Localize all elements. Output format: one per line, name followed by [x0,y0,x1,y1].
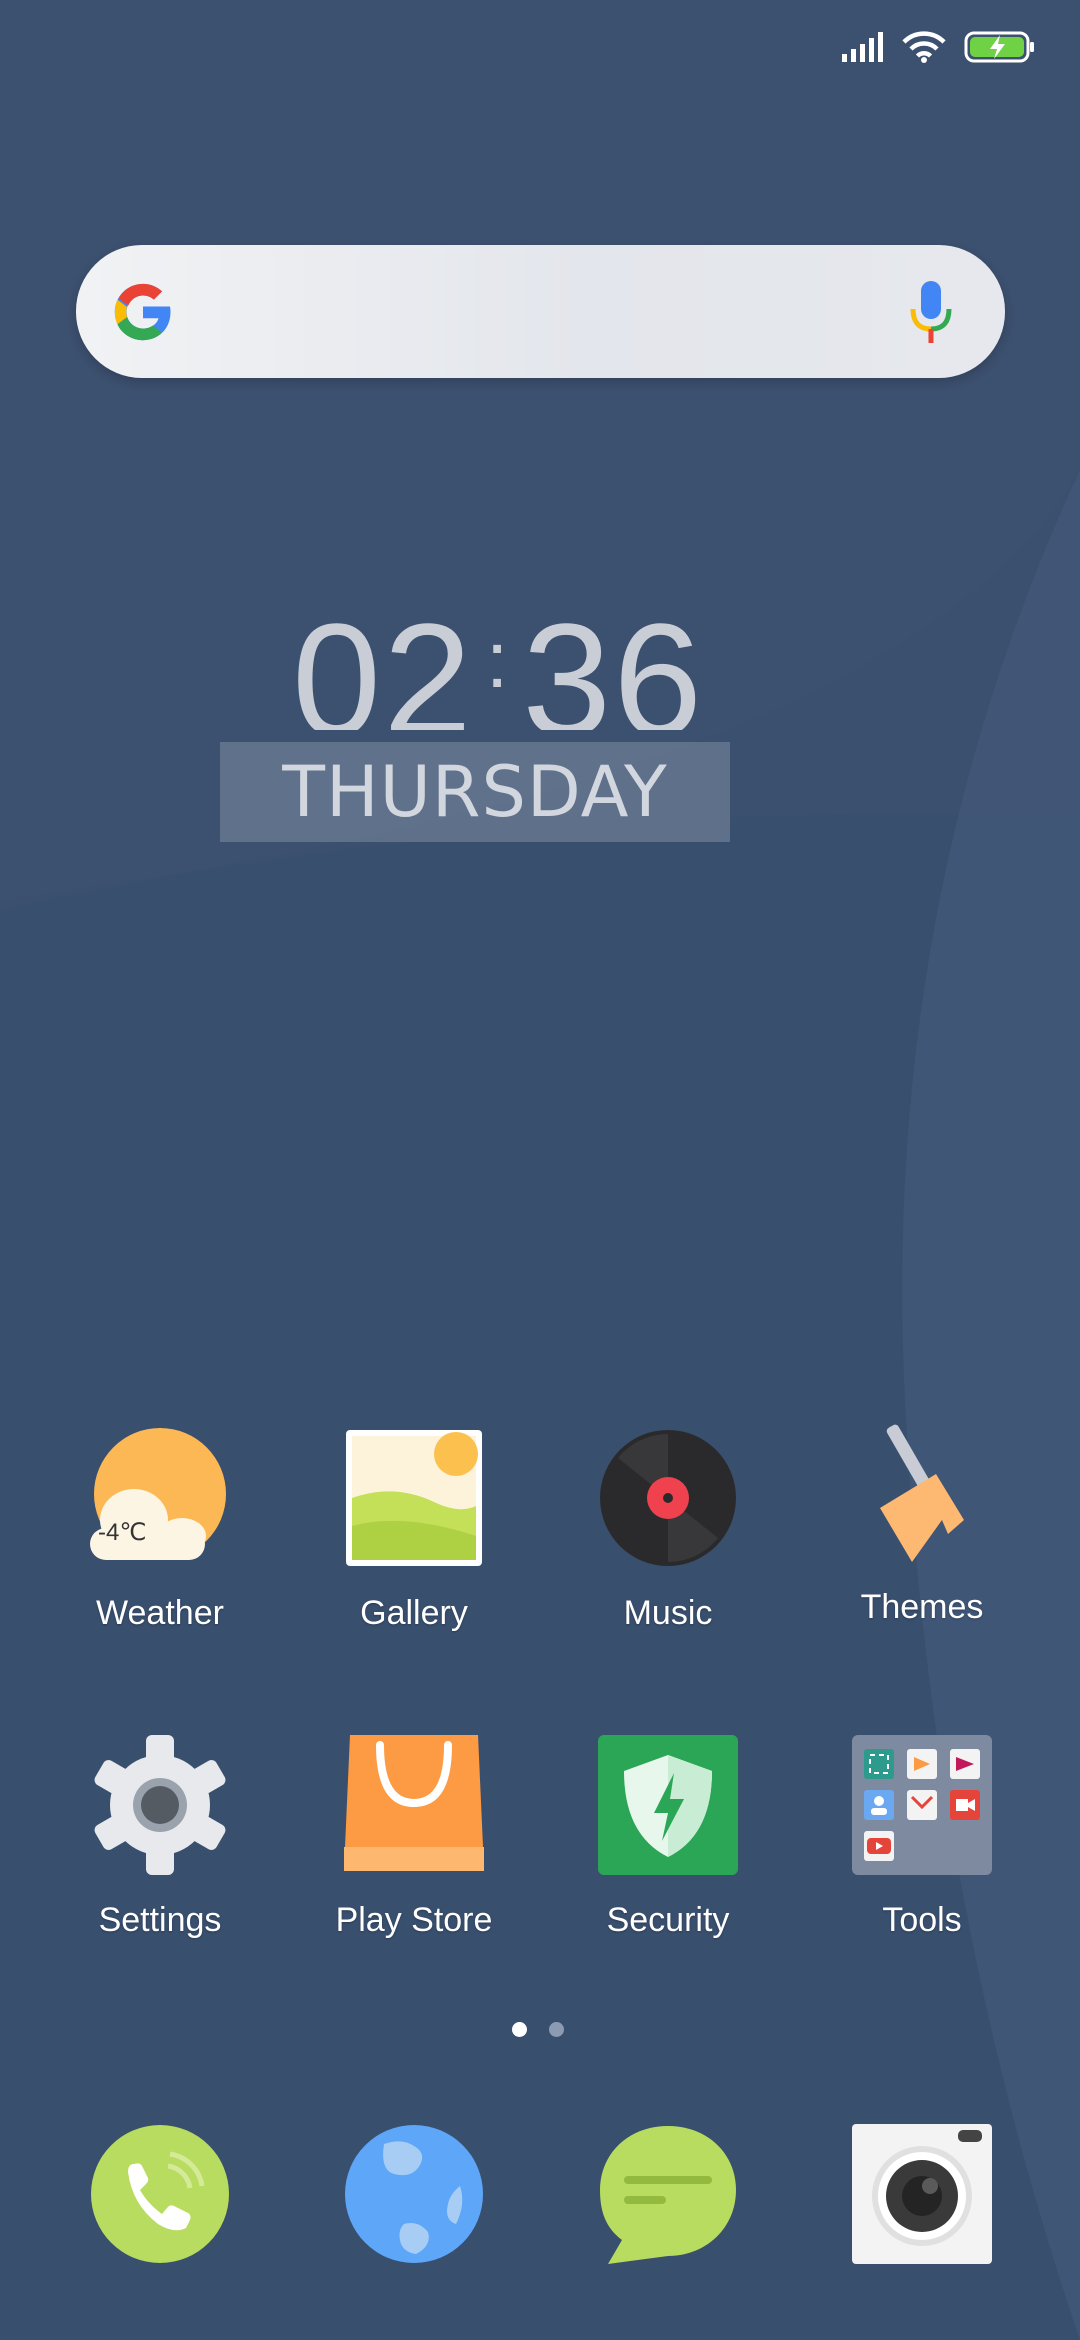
app-label: Weather [96,1594,224,1632]
app-label: Tools [882,1901,962,1939]
weather-icon: -4℃ [90,1428,230,1568]
page-dot-2[interactable] [549,2022,564,2037]
dock-phone[interactable] [90,2124,230,2264]
app-tools-folder[interactable]: Tools [807,1735,1037,1940]
messages-icon [600,2126,736,2264]
app-weather[interactable]: -4℃ Weather [45,1428,275,1633]
clock-minutes: 36 [522,600,705,730]
clock-separator: : [485,615,511,704]
app-security[interactable]: Security [553,1735,783,1940]
battery-charging-icon [964,31,1034,63]
camera-icon [852,2124,992,2264]
signal-icon [842,32,883,62]
tools-folder-icon [852,1735,992,1875]
google-search-bar[interactable] [76,245,1005,378]
app-label: Play Store [335,1901,493,1939]
mic-icon[interactable] [909,281,953,345]
themes-icon [852,1422,992,1562]
browser-icon [345,2125,483,2263]
gallery-icon [344,1428,484,1568]
page-indicator[interactable] [512,2022,564,2037]
app-label: Settings [98,1901,222,1939]
app-label: Gallery [360,1594,468,1632]
security-icon [598,1735,738,1875]
app-play-store[interactable]: Play Store [299,1735,529,1940]
day-label: THURSDAY [220,742,730,842]
app-label: Themes [860,1588,984,1626]
settings-icon [90,1735,230,1875]
clock-hours: 02 [292,600,474,730]
status-bar [842,30,1036,64]
music-icon [598,1428,738,1568]
dock-camera[interactable] [852,2124,992,2264]
app-label: Music [623,1594,713,1632]
app-music[interactable]: Music [553,1428,783,1633]
app-settings[interactable]: Settings [45,1735,275,1940]
weather-temperature: -4℃ [98,1519,147,1546]
app-themes[interactable]: Themes [807,1422,1037,1627]
clock-widget[interactable]: 02:36 [292,600,704,730]
app-label: Security [606,1901,730,1939]
phone-icon [91,2125,229,2263]
app-gallery[interactable]: Gallery [299,1428,529,1633]
play-store-icon [344,1735,484,1875]
dock-browser[interactable] [344,2124,484,2264]
google-g-icon [114,283,171,341]
page-dot-1[interactable] [512,2022,527,2037]
dock-messages[interactable] [598,2124,738,2264]
wifi-icon [902,31,946,63]
